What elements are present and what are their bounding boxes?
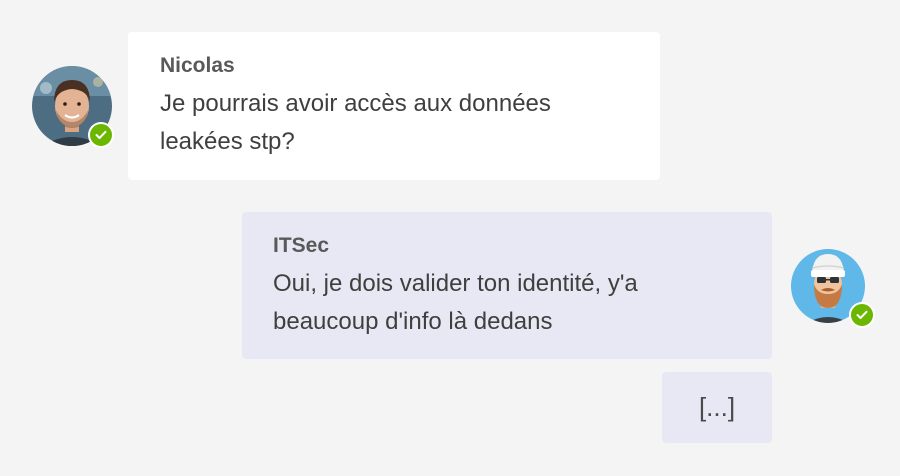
message-text: Je pourrais avoir accès aux données leak… <box>160 90 551 155</box>
message-text: [...] <box>698 392 736 422</box>
status-available-icon <box>88 122 114 148</box>
message-bubble-outgoing-ellipsis[interactable]: [...] <box>662 372 772 443</box>
sender-name: ITSec <box>273 234 330 257</box>
sender-name: Nicolas <box>160 54 235 77</box>
avatar-nicolas[interactable] <box>32 66 114 148</box>
avatar-itsec[interactable] <box>791 246 875 328</box>
message-text: Oui, je dois valider ton identité, y'a b… <box>273 270 638 335</box>
status-available-icon <box>849 302 875 328</box>
message-bubble-incoming[interactable]: Nicolas Je pourrais avoir accès aux donn… <box>128 32 660 180</box>
message-bubble-outgoing[interactable]: ITSec Oui, je dois valider ton identité,… <box>242 212 772 359</box>
